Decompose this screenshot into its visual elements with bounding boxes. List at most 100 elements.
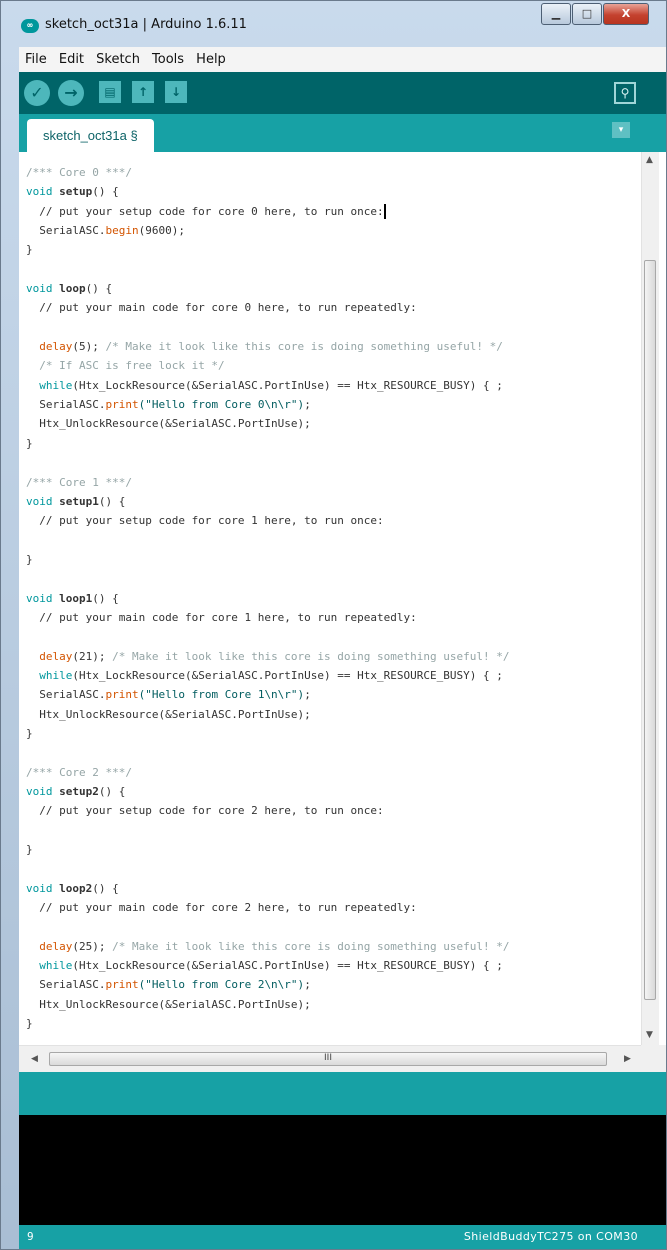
code-line[interactable]: Htx_UnlockResource(&SerialASC.PortInUse)… <box>26 705 509 724</box>
scroll-down-arrow-icon[interactable]: ▼ <box>646 1030 653 1040</box>
maximize-button[interactable]: □ <box>572 3 602 25</box>
tab-menu-button[interactable]: ▾ <box>612 122 630 138</box>
close-button[interactable]: X <box>603 3 649 25</box>
scroll-right-arrow-icon[interactable]: ▶ <box>624 1054 631 1064</box>
code-token: ; <box>304 978 311 992</box>
open-sketch-button[interactable]: ↑ <box>132 81 154 103</box>
code-line[interactable]: void loop2() { <box>26 879 509 898</box>
code-line[interactable]: // put your setup code for core 2 here, … <box>26 801 509 820</box>
code-line[interactable]: /*** Core 1 ***/ <box>26 473 509 492</box>
code-line[interactable]: } <box>26 434 509 453</box>
code-token: while <box>39 378 73 392</box>
scroll-left-arrow-icon[interactable]: ◀ <box>31 1054 38 1064</box>
code-token: void <box>26 881 60 895</box>
code-line[interactable]: // put your main code for core 2 here, t… <box>26 898 509 917</box>
code-line[interactable] <box>26 260 509 279</box>
code-line[interactable] <box>26 743 509 762</box>
menu-help[interactable]: Help <box>196 47 226 72</box>
minimize-button[interactable]: ▁ <box>541 3 571 25</box>
code-token: () { <box>85 282 113 296</box>
toolbar: ✓ → ▤ ↑ ↓ ⚲ <box>19 72 666 114</box>
code-token: (5); <box>72 340 106 354</box>
code-line[interactable]: } <box>26 550 509 569</box>
code-line[interactable]: void setup1() { <box>26 492 509 511</box>
code-token: (9600); <box>138 224 185 238</box>
code-token: /*** Core 1 ***/ <box>26 475 132 489</box>
code-line[interactable]: /*** Core 2 ***/ <box>26 763 509 782</box>
title-bar[interactable]: ∞ sketch_oct31a | Arduino 1.6.11 ▁ □ X <box>1 1 666 43</box>
code-token: void <box>26 591 60 605</box>
code-editor[interactable]: /*** Core 0 ***/void setup() { // put yo… <box>19 152 666 1045</box>
code-line[interactable]: } <box>26 840 509 859</box>
serial-monitor-button[interactable]: ⚲ <box>614 82 636 104</box>
code-line[interactable] <box>26 859 509 878</box>
tab-sketch-oct31a[interactable]: sketch_oct31a § <box>27 119 154 152</box>
scroll-up-arrow-icon[interactable]: ▲ <box>646 155 653 165</box>
upload-button[interactable]: → <box>58 80 84 106</box>
code-line[interactable]: SerialASC.print("Hello from Core 0\n\r")… <box>26 395 509 414</box>
code-line[interactable]: void loop() { <box>26 279 509 298</box>
verify-button[interactable]: ✓ <box>24 80 50 106</box>
code-line[interactable]: while(Htx_LockResource(&SerialASC.PortIn… <box>26 956 509 975</box>
code-line[interactable]: void setup() { <box>26 182 509 201</box>
code-line[interactable]: Htx_UnlockResource(&SerialASC.PortInUse)… <box>26 995 509 1014</box>
code-token: /* Make it look like this core is doing … <box>112 939 510 953</box>
code-line[interactable] <box>26 569 509 588</box>
horizontal-scroll-thumb[interactable]: III <box>49 1052 607 1066</box>
code-line[interactable] <box>26 318 509 337</box>
code-line[interactable]: void loop1() { <box>26 589 509 608</box>
code-line[interactable]: // put your setup code for core 1 here, … <box>26 511 509 530</box>
code-line[interactable]: Htx_UnlockResource(&SerialASC.PortInUse)… <box>26 414 509 433</box>
menu-sketch[interactable]: Sketch <box>96 47 140 72</box>
code-line[interactable]: delay(5); /* Make it look like this core… <box>26 337 509 356</box>
horizontal-scrollbar[interactable]: ◀ III ▶ <box>19 1045 641 1073</box>
code-line[interactable]: SerialASC.begin(9600); <box>26 221 509 240</box>
save-sketch-button[interactable]: ↓ <box>165 81 187 103</box>
code-line[interactable] <box>26 917 509 936</box>
code-line[interactable]: /* If ASC is free lock it */ <box>26 356 509 375</box>
code-line[interactable]: // put your setup code for core 0 here, … <box>26 202 509 221</box>
code-token: /* Make it look like this core is doing … <box>105 340 503 354</box>
code-line[interactable]: } <box>26 240 509 259</box>
menu-file[interactable]: File <box>25 47 47 72</box>
code-token: while <box>39 959 73 973</box>
code-line[interactable]: SerialASC.print("Hello from Core 2\n\r")… <box>26 975 509 994</box>
code-line[interactable]: /*** Core 0 ***/ <box>26 163 509 182</box>
code-token: begin <box>105 224 139 238</box>
code-line[interactable]: // put your main code for core 0 here, t… <box>26 298 509 317</box>
code-token: /* If ASC is free lock it */ <box>39 359 225 373</box>
vertical-scroll-thumb[interactable] <box>644 260 656 1000</box>
code-token: delay <box>39 340 73 354</box>
menu-tools[interactable]: Tools <box>152 47 184 72</box>
menu-bar: File Edit Sketch Tools Help <box>19 47 666 73</box>
code-token: Htx_UnlockResource(&SerialASC.PortInUse)… <box>26 707 311 721</box>
code-token: void <box>26 282 60 296</box>
code-token: (21); <box>72 649 113 663</box>
code-line[interactable] <box>26 453 509 472</box>
menu-edit[interactable]: Edit <box>59 47 84 72</box>
code-token: // put your setup code for core 0 here, … <box>26 204 384 218</box>
code-line[interactable] <box>26 531 509 550</box>
new-sketch-button[interactable]: ▤ <box>99 81 121 103</box>
code-line[interactable]: while(Htx_LockResource(&SerialASC.PortIn… <box>26 376 509 395</box>
code-line[interactable]: delay(25); /* Make it look like this cor… <box>26 937 509 956</box>
code-text[interactable]: /*** Core 0 ***/void setup() { // put yo… <box>26 163 509 1033</box>
code-line[interactable]: void setup2() { <box>26 782 509 801</box>
code-line[interactable]: } <box>26 724 509 743</box>
code-token: loop2 <box>59 881 93 895</box>
code-line[interactable]: while(Htx_LockResource(&SerialASC.PortIn… <box>26 666 509 685</box>
vertical-scrollbar[interactable]: ▲ ▼ <box>641 152 659 1045</box>
code-line[interactable]: // put your main code for core 1 here, t… <box>26 608 509 627</box>
console-output[interactable] <box>19 1115 666 1225</box>
code-line[interactable]: SerialASC.print("Hello from Core 1\n\r")… <box>26 685 509 704</box>
code-token: () { <box>98 494 126 508</box>
code-line[interactable]: } <box>26 1014 509 1033</box>
code-token: ("Hello from Core 0\n\r") <box>138 398 305 412</box>
code-line[interactable] <box>26 821 509 840</box>
code-line[interactable] <box>26 627 509 646</box>
code-line[interactable]: delay(21); /* Make it look like this cor… <box>26 647 509 666</box>
